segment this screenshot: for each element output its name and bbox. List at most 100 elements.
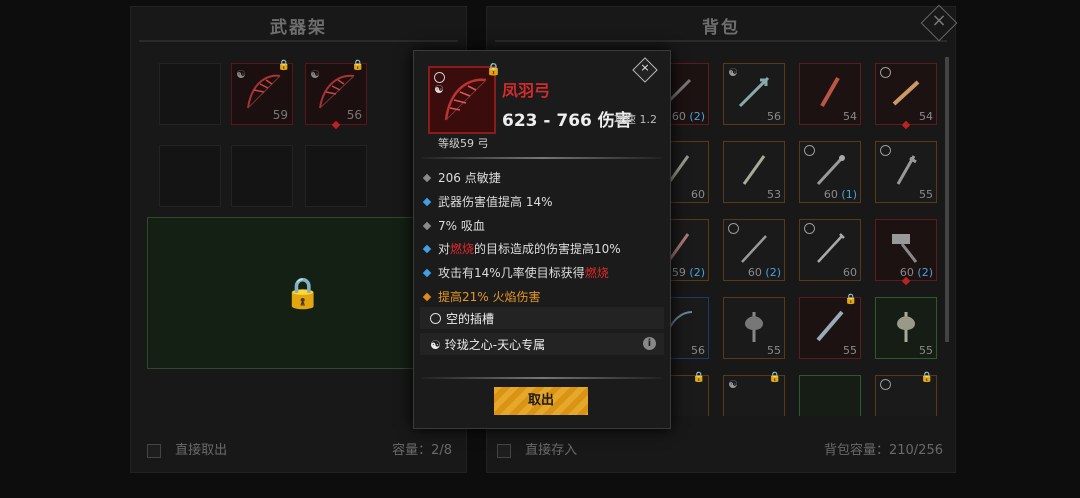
bag-slot-level: 54 — [843, 110, 857, 123]
sword-icon — [816, 310, 844, 342]
take-out-label: 直接取出 — [175, 443, 228, 458]
rack-slot-level: 56 — [346, 108, 362, 122]
bag-slot-level: 60 — [691, 188, 705, 201]
lock-icon: 🔒 — [284, 276, 322, 311]
rack-capacity: 容量：2/8 — [392, 443, 452, 458]
spear-icon — [741, 235, 767, 263]
bag-slot[interactable]: 🔒 55 — [799, 294, 861, 359]
bag-slot-level: 55 — [919, 188, 933, 201]
bag-slot[interactable]: ☯ 56 — [723, 63, 785, 125]
hammer-icon — [892, 234, 918, 263]
item-damage: 623 - 766 伤害 — [502, 111, 632, 131]
staff-icon — [816, 155, 845, 186]
bag-slot-level: 55 — [843, 344, 857, 357]
attr-burn-chance: 攻击有14%几率使目标获得燃烧 — [422, 264, 609, 281]
take-out-button[interactable]: 取出 — [494, 387, 588, 415]
store-label: 直接存入 — [525, 443, 578, 458]
bag-slot-level: 60 (1) — [823, 188, 857, 201]
spear-icon — [817, 233, 845, 263]
socket-icon — [430, 313, 441, 324]
rack-slot-empty[interactable] — [305, 145, 367, 207]
lock-icon: 🔒 — [692, 372, 705, 383]
bag-slot[interactable]: 53 — [723, 141, 785, 203]
attr-agility: 206 点敏捷 — [422, 169, 501, 186]
bullet-icon — [422, 244, 432, 253]
bag-slot-level: 60 (2) — [747, 266, 781, 279]
rack-title-divider — [139, 40, 458, 42]
store-checkbox[interactable] — [497, 443, 511, 458]
bag-slot[interactable]: ☯ 🔒 — [723, 372, 785, 416]
bag-slot-level: 56 — [767, 110, 781, 123]
lock-icon: 🔒 — [844, 294, 857, 305]
rack-slot-level: 59 — [272, 108, 288, 122]
axe-icon — [745, 312, 763, 342]
bag-slot-level: 60 — [843, 266, 857, 279]
lock-icon: 🔒 — [486, 62, 501, 76]
bag-slot-level: 59 (2) — [671, 266, 705, 279]
bullet-icon — [422, 197, 432, 206]
bag-slot[interactable]: 54 — [799, 63, 861, 125]
blade-icon — [820, 77, 840, 107]
exclusive-row: ☯ 玲珑之心-天心专属 i — [420, 333, 664, 355]
empty-socket-row: 空的插槽 — [420, 307, 664, 329]
bag-slot-level: 54 — [919, 110, 933, 123]
take-out-checkbox[interactable] — [147, 443, 161, 458]
rack-title: 武器架 — [270, 18, 327, 38]
info-icon[interactable]: i — [643, 337, 656, 350]
close-icon[interactable]: × — [638, 61, 652, 74]
axe-icon — [897, 312, 915, 342]
locked-rack-area: 🔒 — [147, 217, 451, 369]
rack-footer: 直接取出 容量：2/8 — [147, 439, 452, 458]
bag-slot[interactable]: 60 — [799, 219, 861, 281]
attr-fire-damage: 提高21% 火焰伤害 — [422, 288, 541, 305]
bag-slot-level: 53 — [767, 188, 781, 201]
bag-footer: 直接存入 背包容量：210/256 — [497, 439, 943, 458]
empty-socket-label: 空的插槽 — [446, 312, 495, 326]
new-item-marker — [901, 120, 911, 130]
item-icon-frame: ☯ 🔒 — [428, 62, 501, 134]
yinyang-icon: ☯ — [430, 338, 441, 352]
attr-burn-damage: 对燃烧的目标造成的伤害提高10% — [422, 240, 621, 257]
bullet-icon — [422, 268, 432, 277]
exclusive-label: 玲珑之心-天心专属 — [444, 338, 546, 352]
rack-slot-1[interactable]: ☯ 🔒 59 — [231, 60, 293, 125]
bag-scrollbar[interactable] — [945, 57, 949, 342]
bag-slot[interactable]: 60 (1) — [799, 141, 861, 203]
bag-slot[interactable]: 55 — [875, 297, 937, 359]
bag-slot[interactable]: 60 (2) — [723, 219, 785, 281]
lock-icon: 🔒 — [768, 372, 781, 383]
sword-icon — [742, 155, 766, 185]
bag-slot[interactable]: 55 — [723, 297, 785, 359]
bag-slot[interactable]: 54 — [875, 63, 937, 130]
yinyang-icon: ☯ — [728, 378, 738, 391]
item-tooltip: ☯ 🔒 凤羽弓 623 - 766 伤害 攻速 1.2 等级59 弓 × 206… — [413, 50, 671, 429]
rack-slot-2[interactable]: ☯ 🔒 56 — [305, 60, 367, 130]
bag-capacity: 背包容量：210/256 — [823, 443, 943, 458]
bag-slot[interactable]: 🔒 — [875, 372, 937, 416]
spear-icon — [738, 76, 770, 108]
bag-slot[interactable] — [799, 375, 861, 416]
screen: 武器架 ☯ 🔒 59 ☯ 🔒 56 🔒 直接取出 容量：2/8 背包 60 (2… — [0, 0, 1080, 498]
bullet-icon — [422, 173, 432, 182]
item-attack-speed: 攻速 1.2 — [614, 113, 657, 126]
rack-slot-empty[interactable] — [159, 63, 221, 125]
bullet-icon — [422, 221, 432, 230]
bag-slot[interactable]: 55 — [875, 141, 937, 203]
bag-title: 背包 — [702, 18, 740, 38]
close-icon[interactable]: × — [931, 10, 947, 31]
socket-icon — [880, 379, 891, 390]
attr-weapon-damage: 武器伤害值提高 14% — [422, 193, 553, 210]
new-item-marker — [331, 120, 341, 130]
rack-slot-empty[interactable] — [231, 145, 293, 207]
bag-slot[interactable]: 60 (2) — [875, 219, 937, 286]
dagger-icon — [892, 80, 920, 106]
bag-title-divider — [495, 40, 947, 42]
attr-lifesteal: 7% 吸血 — [422, 217, 485, 234]
bag-slot-level: 55 — [767, 344, 781, 357]
divider — [422, 157, 662, 159]
bullet-icon — [422, 292, 432, 301]
bag-slot-level: 55 — [919, 344, 933, 357]
rack-slot-empty[interactable] — [159, 145, 221, 207]
item-name: 凤羽弓 — [502, 81, 551, 100]
divider — [422, 377, 662, 379]
